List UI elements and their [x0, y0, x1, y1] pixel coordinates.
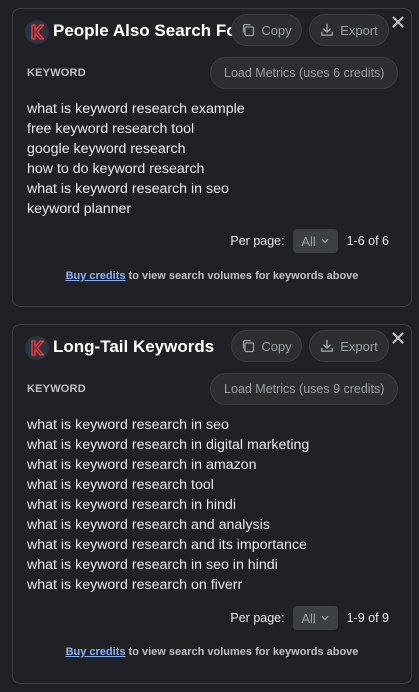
per-page-value: All — [301, 233, 316, 249]
list-item: what is keyword research in seo in hindi — [27, 557, 278, 573]
buy-credits-notice: Buy credits to view search volumes for k… — [13, 270, 411, 282]
widget-title: People Also Search For — [53, 21, 244, 40]
keyword-list: what is keyword research example free ke… — [27, 99, 245, 219]
load-metrics-button[interactable]: Load Metrics (uses 9 credits) — [210, 373, 399, 405]
per-page-select[interactable]: All — [292, 229, 338, 253]
list-item: google keyword research — [27, 141, 186, 157]
copy-button[interactable]: Copy — [231, 330, 302, 362]
copy-button-label: Copy — [261, 338, 292, 354]
keyword-column-header: KEYWORD — [27, 383, 86, 395]
per-page-select[interactable]: All — [292, 606, 338, 630]
keywords-everywhere-logo-icon — [25, 336, 49, 360]
list-item: what is keyword research in seo — [27, 181, 229, 197]
list-item: what is keyword research in amazon — [27, 457, 257, 473]
per-page-value: All — [301, 610, 316, 626]
chevron-down-icon — [321, 238, 329, 244]
list-item: what is keyword research in seo — [27, 417, 229, 433]
long-tail-keywords-widget: Long-Tail Keywords Copy Export KEYWORD L… — [12, 324, 412, 684]
list-item: what is keyword research and analysis — [27, 517, 270, 533]
keyword-list: what is keyword research in seo what is … — [27, 415, 309, 595]
buy-credits-link[interactable]: Buy credits — [66, 270, 126, 282]
list-item: what is keyword research example — [27, 101, 245, 117]
list-item: what is keyword research on fiverr — [27, 577, 243, 593]
buy-credits-notice: Buy credits to view search volumes for k… — [13, 646, 411, 658]
copy-icon — [243, 23, 255, 37]
chevron-down-icon — [321, 615, 329, 621]
copy-button-label: Copy — [261, 22, 292, 38]
list-item: keyword planner — [27, 201, 132, 217]
export-button-label: Export — [340, 22, 378, 38]
download-icon — [321, 23, 334, 36]
load-metrics-button[interactable]: Load Metrics (uses 6 credits) — [210, 57, 399, 89]
per-page-label: Per page: — [230, 611, 285, 625]
list-item: what is keyword research in digital mark… — [27, 437, 310, 453]
people-also-search-for-widget: People Also Search For Copy Export KEYWO… — [12, 8, 412, 307]
page-range: 1-9 of 9 — [346, 611, 389, 625]
keywords-everywhere-logo-icon — [25, 20, 49, 44]
widget-title: Long-Tail Keywords — [53, 337, 215, 356]
buy-credits-text: to view search volumes for keywords abov… — [125, 646, 359, 658]
pagination: Per page: All 1-6 of 6 — [230, 229, 389, 253]
download-icon — [321, 339, 334, 352]
list-item: what is keyword research in hindi — [27, 497, 236, 513]
pagination: Per page: All 1-9 of 9 — [230, 606, 389, 630]
keyword-column-header: KEYWORD — [27, 67, 86, 79]
export-button-label: Export — [340, 338, 378, 354]
buy-credits-link[interactable]: Buy credits — [66, 646, 126, 658]
per-page-label: Per page: — [230, 234, 285, 248]
export-button[interactable]: Export — [309, 330, 389, 362]
close-icon[interactable] — [391, 15, 405, 29]
list-item: free keyword research tool — [27, 121, 195, 137]
close-icon[interactable] — [391, 331, 405, 345]
list-item: what is keyword research tool — [27, 477, 214, 493]
page-range: 1-6 of 6 — [346, 234, 389, 248]
buy-credits-text: to view search volumes for keywords abov… — [125, 270, 359, 282]
list-item: what is keyword research and its importa… — [27, 537, 307, 553]
copy-icon — [243, 339, 255, 353]
list-item: how to do keyword research — [27, 161, 205, 177]
export-button[interactable]: Export — [309, 14, 389, 46]
copy-button[interactable]: Copy — [231, 14, 302, 46]
